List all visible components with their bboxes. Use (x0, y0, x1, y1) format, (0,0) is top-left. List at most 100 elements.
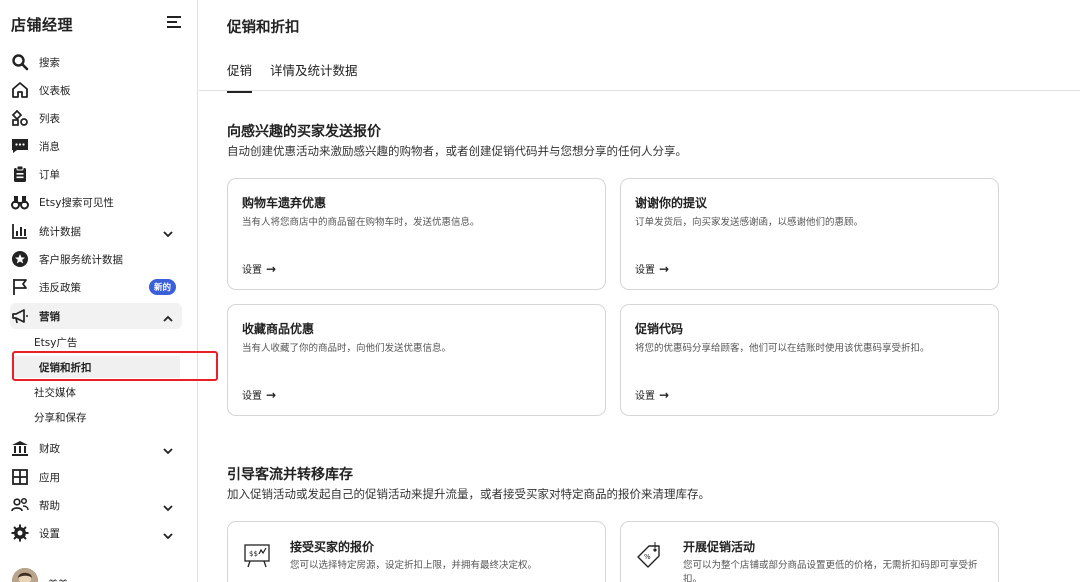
new-badge: 新的 (148, 279, 176, 295)
chevron-down-icon (162, 442, 174, 461)
card-title: 购物车遗弃优惠 (242, 196, 327, 210)
sidebar-title: 店铺经理 (11, 16, 74, 34)
listings-icon (10, 108, 30, 128)
sidebar-item-label: 统计数据 (39, 225, 81, 238)
chevron-down-icon (162, 527, 174, 546)
card-title: 收藏商品优惠 (242, 322, 315, 336)
favorited-item-card[interactable]: 收藏商品优惠 当有人收藏了你的商品时，向他们发送优惠信息。 设置 → (227, 304, 606, 416)
sidebar-item-search[interactable]: 搜索 (10, 49, 182, 75)
arrow-right-icon: → (266, 387, 277, 402)
chevron-down-icon (162, 225, 174, 244)
megaphone-icon (10, 306, 30, 326)
star-badge-icon (10, 249, 30, 269)
gear-icon (10, 523, 30, 543)
tab-promotions[interactable]: 促销 (227, 60, 253, 93)
thank-you-offer-card[interactable]: 谢谢你的提议 订单发货后，向买家发送感谢函，以感谢他们的惠顾。 设置 → (620, 178, 999, 290)
svg-text:$$: $$ (249, 550, 258, 558)
orders-icon (10, 164, 30, 184)
bank-icon (10, 438, 30, 458)
sidebar: 店铺经理 搜索 仪表板 列表 消息 订单 Etsy搜索可见性 统计数据 客户服务… (0, 0, 218, 582)
setup-label: 设置 (635, 265, 655, 276)
sidebar-item-label: 客户服务统计数据 (39, 253, 123, 266)
offer-board-icon: $$ (242, 540, 272, 570)
sidebar-item-label: 订单 (39, 168, 60, 181)
binoculars-icon (10, 192, 30, 212)
section-description: 自动创建优惠活动来激励感兴趣的购物者，或者创建促销代码并与您想分享的任何人分享。 (227, 144, 687, 158)
apps-icon (10, 467, 30, 487)
accept-offers-card[interactable]: $$ 接受买家的报价 您可以选择特定房源，设定折扣上限，并拥有最终决定权。 (227, 521, 606, 582)
tab-details-stats[interactable]: 详情及统计数据 (270, 60, 358, 93)
sidebar-item-label: Etsy搜索可见性 (39, 196, 114, 209)
sidebar-item-label: 财政 (39, 442, 60, 455)
card-description: 当有人将您商店中的商品留在购物车时，发送优惠信息。 (242, 217, 480, 228)
sidebar-item-label: 搜索 (39, 56, 60, 69)
sidebar-item-stats[interactable]: 统计数据 (10, 218, 182, 244)
section-description: 加入促销活动或发起自己的促销活动来提升流量，或者接受买家对特定商品的报价来清理库… (227, 487, 710, 501)
card-title: 谢谢你的提议 (635, 196, 708, 210)
card-title: 接受买家的报价 (290, 540, 375, 554)
chevron-down-icon (162, 499, 174, 518)
sidebar-item-label: 违反政策 (39, 281, 81, 294)
arrow-right-icon: → (266, 261, 277, 276)
setup-link[interactable]: 设置 → (635, 261, 670, 277)
setup-label: 设置 (635, 391, 655, 402)
setup-link[interactable]: 设置 → (635, 387, 670, 403)
sidebar-item-label: 应用 (39, 471, 60, 484)
run-sale-card[interactable]: % 开展促销活动 您可以为整个店铺或部分商品设置更低的价格，无需折扣码即可享受折… (620, 521, 999, 582)
sidebar-item-help[interactable]: 帮助 (10, 492, 182, 518)
card-description: 您可以为整个店铺或部分商品设置更低的价格，无需折扣码即可享受折扣。 (683, 560, 978, 582)
abandoned-cart-card[interactable]: 购物车遗弃优惠 当有人将您商店中的商品留在购物车时，发送优惠信息。 设置 → (227, 178, 606, 290)
sidebar-item-listings[interactable]: 列表 (10, 105, 182, 131)
sidebar-item-settings[interactable]: 设置 (10, 520, 182, 546)
sidebar-item-apps[interactable]: 应用 (10, 464, 182, 490)
sidebar-item-marketing[interactable]: 营销 (10, 303, 182, 329)
menu-collapse-icon[interactable] (167, 16, 183, 30)
home-icon (10, 80, 30, 100)
card-description: 当有人收藏了你的商品时，向他们发送优惠信息。 (242, 343, 452, 354)
sidebar-item-dashboard[interactable]: 仪表板 (10, 77, 182, 103)
setup-label: 设置 (242, 265, 262, 276)
tab-bar: 促销 详情及统计数据 (227, 60, 376, 93)
sidebar-item-label: 帮助 (39, 499, 60, 512)
card-title: 开展促销活动 (683, 540, 756, 554)
sidebar-item-finances[interactable]: 财政 (10, 435, 182, 461)
sidebar-item-label: 设置 (39, 527, 60, 540)
setup-link[interactable]: 设置 → (242, 387, 277, 403)
sidebar-item-label: 仪表板 (39, 84, 71, 97)
search-icon (10, 52, 30, 72)
arrow-right-icon: → (659, 261, 670, 276)
sidebar-item-policy-violations[interactable]: 违反政策 新的 (10, 274, 182, 300)
card-description: 您可以选择特定房源，设定折扣上限，并拥有最终决定权。 (290, 560, 538, 571)
message-icon (10, 136, 30, 156)
card-description: 订单发货后，向买家发送感谢函，以感谢他们的惠顾。 (635, 217, 864, 228)
sidebar-item-orders[interactable]: 订单 (10, 161, 182, 187)
main-content: 促销和折扣 促销 详情及统计数据 向感兴趣的买家发送报价 自动创建优惠活动来激励… (199, 0, 1080, 582)
help-icon (10, 495, 30, 515)
sidebar-item-label: 消息 (39, 140, 60, 153)
sidebar-subitem-share-save[interactable]: 分享和保存 (34, 406, 87, 428)
section-title: 引导客流并转移库存 (227, 467, 353, 483)
flag-icon (10, 277, 30, 297)
card-description: 将您的优惠码分享给顾客，他们可以在结账时使用该优惠码享受折扣。 (635, 343, 930, 354)
sidebar-subitem-etsy-ads[interactable]: Etsy广告 (34, 331, 77, 353)
sidebar-header: 店铺经理 (11, 14, 183, 36)
sidebar-item-messages[interactable]: 消息 (10, 133, 182, 159)
chevron-up-icon (162, 310, 174, 329)
setup-label: 设置 (242, 391, 262, 402)
sidebar-item-label: 列表 (39, 112, 60, 125)
setup-link[interactable]: 设置 → (242, 261, 277, 277)
price-tag-icon: % (635, 540, 665, 570)
promo-code-card[interactable]: 促销代码 将您的优惠码分享给顾客，他们可以在结账时使用该优惠码享受折扣。 设置 → (620, 304, 999, 416)
user-name: 美美 (48, 576, 68, 582)
section-title: 向感兴趣的买家发送报价 (227, 124, 381, 140)
sidebar-item-search-visibility[interactable]: Etsy搜索可见性 (10, 189, 182, 215)
sidebar-item-label: 营销 (39, 310, 60, 323)
highlight-box (12, 351, 218, 381)
sidebar-item-customer-service-stats[interactable]: 客户服务统计数据 (10, 246, 182, 272)
sidebar-subitem-social-media[interactable]: 社交媒体 (34, 381, 76, 403)
tabs-divider (199, 90, 1080, 91)
arrow-right-icon: → (659, 387, 670, 402)
avatar[interactable] (12, 568, 38, 582)
page-title: 促销和折扣 (227, 20, 300, 36)
svg-text:%: % (644, 553, 651, 561)
